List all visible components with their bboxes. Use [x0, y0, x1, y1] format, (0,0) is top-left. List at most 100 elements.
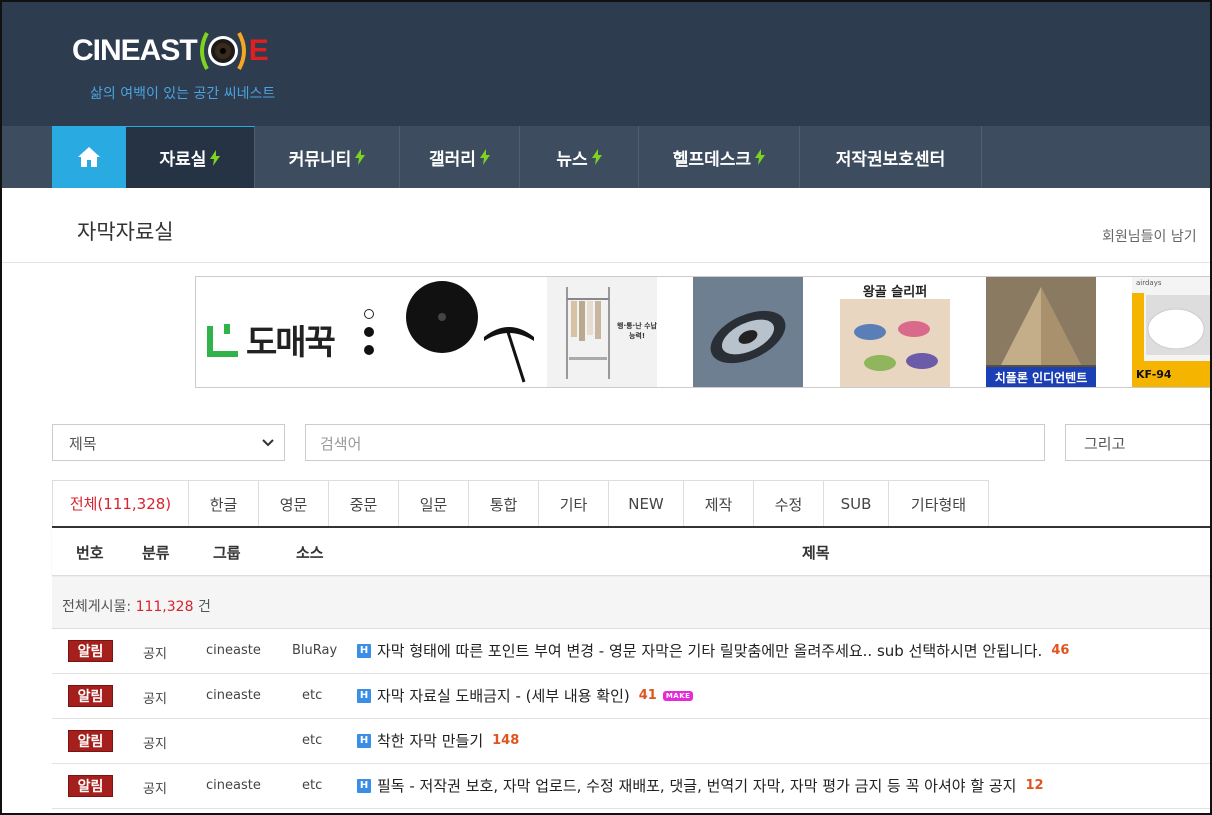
product-phone-holder[interactable]	[693, 277, 803, 387]
nav-home[interactable]	[52, 126, 126, 188]
search-input[interactable]: 검색어	[305, 424, 1045, 461]
search-operator-value: 그리고	[1084, 435, 1126, 453]
table-row[interactable]: 알림 공지 cineaste etc H 필독 - 저작권 보호, 자막 업로드…	[52, 764, 1212, 809]
table-row[interactable]: 알림 공지 etc H 착한 자막 만들기 148	[52, 719, 1212, 764]
search-operator-select[interactable]: 그리고	[1065, 424, 1212, 461]
col-subject: 제목	[802, 544, 830, 562]
col-category: 분류	[142, 544, 170, 562]
site-logo[interactable]: CINEAST E	[72, 26, 269, 76]
subject-text: 필독 - 저작권 보호, 자막 업로드, 수정 재배포, 댓글, 번역기 자막,…	[377, 777, 1017, 795]
summary-label: 전체게시물:	[62, 599, 132, 615]
tab-korean[interactable]: 한글	[189, 481, 259, 527]
site-tagline: 삶의 여백이 있는 공간 씨네스트	[90, 86, 276, 102]
tab-new[interactable]: NEW	[609, 481, 684, 527]
notice-badge: 알림	[68, 685, 113, 707]
nav-item-community[interactable]: 커뮤니티	[255, 126, 400, 188]
bolt-icon	[355, 149, 366, 165]
bolt-icon	[591, 149, 602, 165]
notice-badge: 알림	[68, 775, 113, 797]
tab-english[interactable]: 영문	[259, 481, 329, 527]
product-caption: 행·통·난 수납 능력!	[617, 322, 657, 340]
bolt-icon	[210, 149, 221, 166]
post-summary: 전체게시물: 111,328 건	[52, 579, 1212, 629]
row-subject[interactable]: H 필독 - 저작권 보호, 자막 업로드, 수정 재배포, 댓글, 번역기 자…	[357, 775, 1044, 796]
comment-count: 41	[638, 688, 657, 703]
col-group: 그룹	[213, 544, 241, 562]
product-brand: airdays	[1136, 279, 1162, 287]
product-umbrella[interactable]	[394, 277, 534, 387]
row-source: BluRay	[292, 643, 338, 658]
category-tabs: 전체(111,328) 한글 영문 중문 일문 통합 기타 NEW 제작 수정 …	[52, 480, 989, 527]
col-no: 번호	[76, 544, 104, 562]
chevron-down-icon	[262, 439, 274, 447]
nav-item-copyright[interactable]: 저작권보호센터	[800, 126, 982, 188]
comment-count: 148	[492, 733, 520, 748]
row-subject[interactable]: H 자막 자료실 도배금지 - (세부 내용 확인) 41 MAKE	[357, 685, 694, 706]
row-source: etc	[302, 778, 323, 793]
film-reel-icon	[199, 32, 246, 70]
row-group: cineaste	[206, 643, 261, 658]
nav-item-news[interactable]: 뉴스	[520, 126, 639, 188]
tab-all[interactable]: 전체(111,328)	[52, 481, 189, 527]
summary-count: 111,328	[135, 599, 194, 615]
comment-count: 12	[1025, 778, 1044, 793]
subject-text: 착한 자막 만들기	[377, 732, 484, 750]
row-source: etc	[302, 688, 323, 703]
main-nav: 자료실 커뮤니티 갤러리 뉴스 헬프데스크 저작권보호센터	[0, 126, 1212, 188]
row-source: etc	[302, 733, 323, 748]
row-category: 공지	[143, 647, 167, 662]
row-category: 공지	[143, 782, 167, 797]
col-source: 소스	[296, 544, 324, 562]
tab-chinese[interactable]: 중문	[329, 481, 399, 527]
product-slippers[interactable]: 왕골 슬리퍼	[840, 277, 950, 387]
row-subject[interactable]: H 착한 자막 만들기 148	[357, 730, 519, 751]
banner-dot[interactable]	[364, 345, 374, 355]
notice-badge: 알림	[68, 640, 113, 662]
row-subject[interactable]: H 자막 형태에 따른 포인트 부여 변경 - 영문 자막은 기타 릴맞춤에만 …	[357, 640, 1069, 661]
tab-etc[interactable]: 기타	[539, 481, 609, 527]
row-group: cineaste	[206, 688, 261, 703]
nav-label: 커뮤니티	[288, 149, 352, 170]
search-field-select[interactable]: 제목	[52, 424, 285, 461]
logo-e: E	[248, 34, 269, 67]
tab-japanese[interactable]: 일문	[399, 481, 469, 527]
nav-label: 저작권보호센터	[835, 149, 946, 170]
product-mask[interactable]: airdays KF-94	[1132, 277, 1211, 387]
banner-dot[interactable]	[364, 309, 374, 319]
banner-logo-text: 도매꾹	[246, 323, 336, 363]
tab-integrated[interactable]: 통합	[469, 481, 539, 527]
summary-text: 전체게시물: 111,328 건	[62, 596, 211, 616]
banner-dots	[364, 309, 376, 363]
tab-revision[interactable]: 수정	[754, 481, 824, 527]
ad-banner[interactable]: 도매꾹 행·통·난 수납 능력! 왕골 슬리퍼 치플론 인디언텐트 airday…	[195, 276, 1212, 388]
tab-production[interactable]: 제작	[684, 481, 754, 527]
search-placeholder: 검색어	[320, 435, 362, 453]
nav-item-helpdesk[interactable]: 헬프데스크	[639, 126, 800, 188]
h-icon: H	[357, 643, 371, 658]
make-tag: MAKE	[662, 690, 694, 701]
table-row[interactable]: 알림 공지 cineaste etc H 자막 자료실 도배금지 - (세부 내…	[52, 674, 1212, 719]
nav-label: 갤러리	[429, 149, 476, 170]
row-category: 공지	[143, 692, 167, 707]
product-caption: KF-94	[1132, 361, 1211, 387]
title-bar: 자막자료실 회원님들이 남기	[0, 188, 1212, 263]
tab-other-format[interactable]: 기타형태	[889, 481, 989, 527]
tab-sub[interactable]: SUB	[824, 481, 889, 527]
bolt-icon	[755, 149, 766, 165]
search-field-value: 제목	[69, 435, 97, 453]
product-caption: 왕골 슬리퍼	[862, 285, 928, 300]
nav-label: 헬프데스크	[672, 149, 752, 170]
nav-label: 자료실	[159, 150, 207, 170]
product-tent[interactable]: 치플론 인디언텐트	[986, 277, 1096, 387]
h-icon: H	[357, 688, 371, 703]
product-clothes-rack[interactable]: 행·통·난 수납 능력!	[547, 277, 657, 387]
table-header: 번호 분류 그룹 소스 제목	[52, 528, 1212, 576]
nav-item-archive[interactable]: 자료실	[126, 126, 255, 188]
banner-dot[interactable]	[364, 327, 374, 337]
title-right-text: 회원님들이 남기	[1102, 229, 1197, 245]
domeggook-logo-icon	[207, 323, 238, 357]
notice-badge: 알림	[68, 730, 113, 752]
nav-item-gallery[interactable]: 갤러리	[400, 126, 520, 188]
table-row[interactable]: 알림 공지 cineaste BluRay H 자막 형태에 따른 포인트 부여…	[52, 629, 1212, 674]
row-category: 공지	[143, 737, 167, 752]
